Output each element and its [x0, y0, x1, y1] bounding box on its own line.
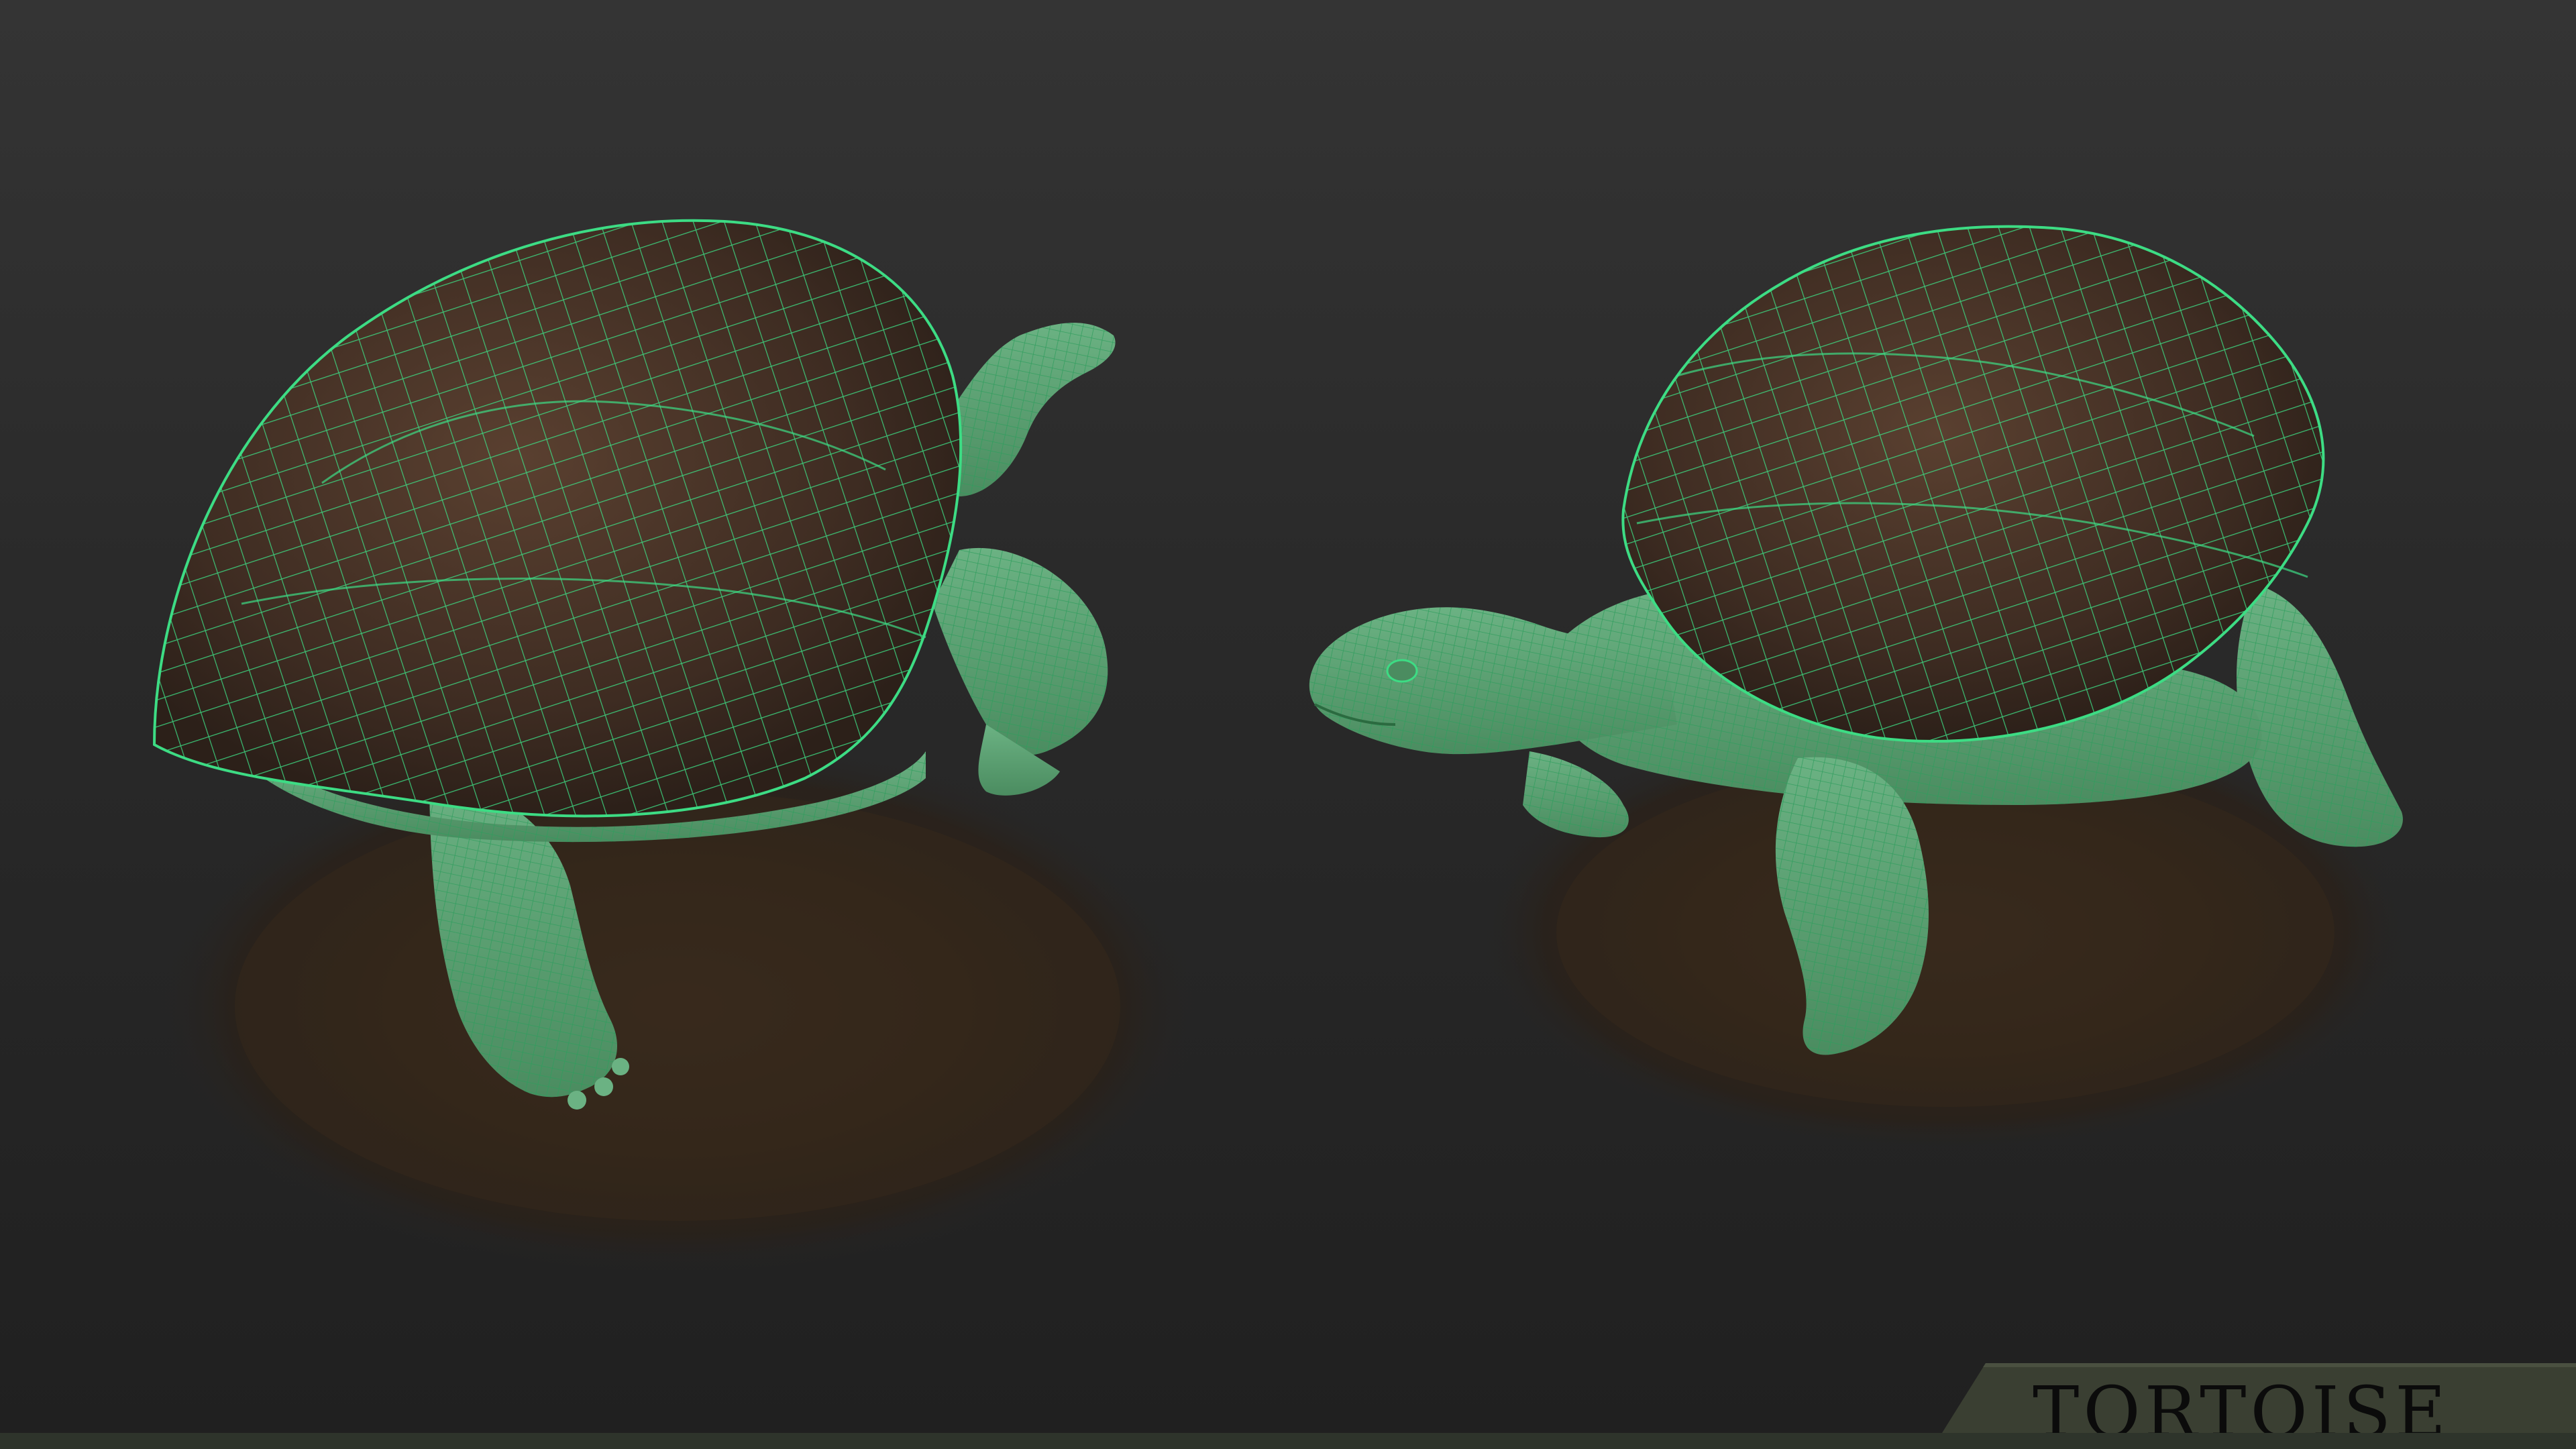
- bottom-strip: [0, 1433, 2576, 1449]
- shell-right: [1621, 225, 2325, 743]
- eye: [1386, 659, 1418, 683]
- hind-leg-right: [932, 547, 1108, 796]
- render-viewport: TORTOISE: [0, 0, 2576, 1449]
- shell-left: [152, 219, 963, 818]
- tortoise-wireframe-renders: [152, 219, 2415, 1275]
- tortoise-rear-view: [152, 219, 1201, 1275]
- neck-head-left: [939, 323, 1116, 496]
- tortoise-front-view: [1309, 225, 2415, 1154]
